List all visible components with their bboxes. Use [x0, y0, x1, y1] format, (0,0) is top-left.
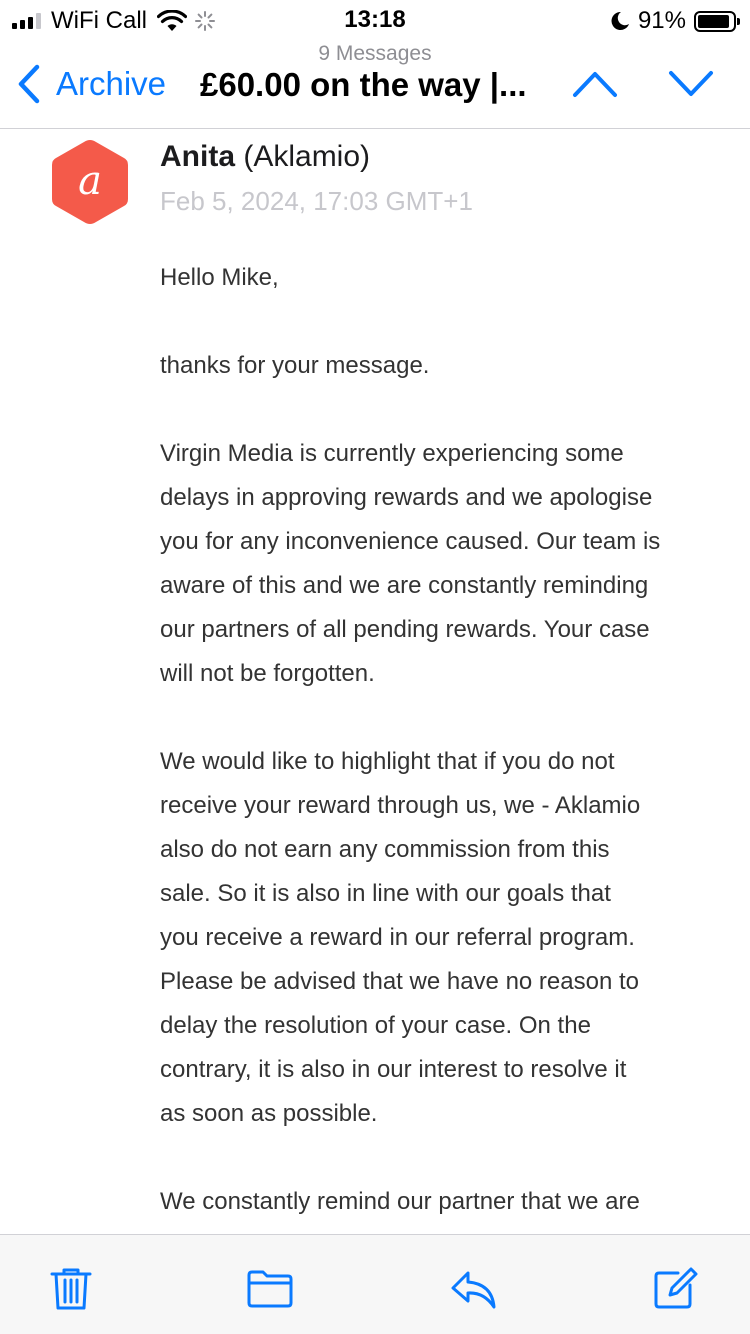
message-body: Hello Mike, thanks for your message. Virgi… — [160, 256, 740, 1234]
next-message-chevron-down-icon[interactable] — [668, 68, 714, 100]
message-line: as soon as possible. — [160, 1100, 378, 1127]
battery-icon — [694, 10, 740, 32]
message-line: also do not earn any commission from thi… — [160, 836, 610, 863]
message-paragraph: We would like to highlight that if you d… — [160, 740, 740, 1136]
message-paragraph: Virgin Media is currently experiencing s… — [160, 432, 740, 696]
carrier-label: WiFi Call — [51, 7, 147, 34]
wifi-icon — [157, 10, 187, 31]
sender[interactable]: Anita (Aklamio) — [160, 140, 370, 174]
sender-organization: (Aklamio) — [243, 140, 371, 173]
activity-spinner-icon — [195, 11, 215, 31]
trash-icon — [50, 1268, 92, 1310]
sender-name: Anita — [160, 140, 235, 173]
message-line: Hello Mike, — [160, 264, 279, 291]
cellular-signal-icon — [12, 13, 41, 29]
status-bar: WiFi Call 13:18 91% — [0, 0, 750, 40]
message-line: will not be forgotten. — [160, 660, 375, 687]
message-line: receive your reward through us, we - Akl… — [160, 792, 641, 819]
move-to-folder-button[interactable] — [247, 1265, 293, 1311]
back-to-archive-button[interactable]: Archive — [16, 64, 166, 104]
message-line: thanks for your message. — [160, 352, 430, 379]
folder-icon — [247, 1270, 293, 1308]
message-line: Virgin Media is currently experiencing s… — [160, 440, 624, 467]
message-line: contrary, it is also in our interest to … — [160, 1056, 627, 1083]
message-paragraph: We constantly remind our partner that we… — [160, 1180, 740, 1224]
message-paragraph: Hello Mike, — [160, 256, 740, 300]
svg-text:a: a — [78, 158, 102, 204]
aklamio-logo-icon[interactable]: a — [50, 138, 130, 226]
previous-message-chevron-up-icon[interactable] — [572, 68, 618, 100]
message-paragraph: thanks for your message. — [160, 344, 740, 388]
message-line: We constantly remind our partner that we… — [160, 1188, 640, 1215]
message-line: aware of this and we are constantly remi… — [160, 572, 649, 599]
message-line: our partners of all pending rewards. You… — [160, 616, 650, 643]
message-line: delay the resolution of your case. On th… — [160, 1012, 591, 1039]
message-line: you for any inconvenience caused. Our te… — [160, 528, 661, 555]
reply-icon — [451, 1271, 496, 1309]
back-button-label: Archive — [56, 65, 167, 102]
message-line: sale. So it is also in line with our goa… — [160, 880, 611, 907]
message-line: We would like to highlight that if you d… — [160, 748, 615, 775]
navigation-bar: 9 Messages Archive £60.00 on the way |..… — [0, 40, 750, 129]
message-line: you receive a reward in our referral pro… — [160, 924, 635, 951]
message-date: Feb 5, 2024, 17:03 GMT+1 — [160, 186, 473, 216]
thread-subject-title: £60.00 on the way |... — [200, 66, 527, 103]
compose-button[interactable] — [652, 1265, 698, 1311]
bottom-toolbar — [0, 1234, 750, 1334]
delete-button[interactable] — [48, 1265, 94, 1311]
do-not-disturb-moon-icon — [611, 11, 629, 30]
compose-icon — [654, 1267, 698, 1309]
message-line: delays in approving rewards and we apolo… — [160, 484, 653, 511]
reply-button[interactable] — [450, 1265, 496, 1311]
message-view[interactable]: a Anita (Aklamio) Feb 5, 2024, 17:03 GMT… — [0, 130, 750, 1234]
chevron-left-icon — [18, 64, 40, 104]
message-line: Please be advised that we have no reason… — [160, 968, 639, 995]
battery-percent: 91% — [637, 7, 686, 34]
message-count: 9 Messages — [318, 42, 432, 65]
